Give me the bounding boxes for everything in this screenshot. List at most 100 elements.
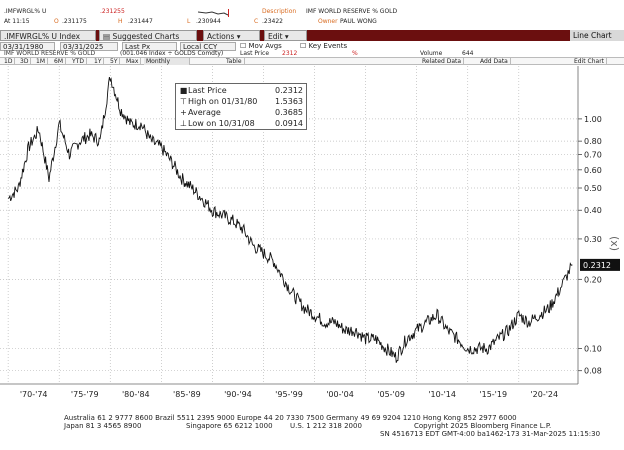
legend-label: Last Price (188, 86, 227, 95)
chart-icon: ▤ (103, 32, 111, 41)
last-price-value: 2312 (282, 50, 298, 57)
mov-avgs-label: Mov Avgs (248, 42, 282, 50)
y-tick-label: 0.10 (584, 344, 602, 353)
square-icon: ■ (179, 86, 188, 95)
legend-label: High on 01/31/80 (188, 97, 258, 106)
last-value-label: 0.2312 (583, 261, 611, 270)
header-time: At 11:15 (4, 18, 30, 25)
sparkline-icon (197, 8, 230, 18)
actions-label: Actions (207, 32, 235, 41)
legend-row-average: +Average 0.3685 (179, 107, 303, 118)
chevron-down-icon: ▾ (284, 32, 289, 41)
legend-label: Average (188, 108, 221, 117)
x-tick-label: '10-'14 (428, 390, 456, 399)
header-last-price: .231255 (100, 8, 125, 15)
y-tick-label: 0.30 (584, 235, 602, 244)
y-tick-label: 0.40 (584, 206, 602, 215)
chevron-down-icon: ▾ (236, 32, 241, 41)
description-value: IMF WORLD RESERVE % GOLD (306, 8, 398, 15)
footer-line-3: SN 4516713 EDT GMT-4:00 ba1462-173 31-Ma… (380, 430, 601, 438)
high-value: .231447 (128, 18, 153, 25)
price-chart[interactable]: 1.00 0.80 0.70 0.60 0.50 0.40 0.30 0.20 0.10 0.08… (0, 66, 624, 400)
owner-label: Owner (318, 18, 338, 25)
open-label: O (54, 18, 59, 25)
legend-row-low: ⊥Low on 10/31/08 0.0914 (179, 118, 303, 129)
x-tick-label: '95-'99 (275, 390, 303, 399)
frequency-select[interactable]: Monthly (144, 58, 190, 65)
footer-line-1: Australia 61 2 9777 8600 Brazil 5511 239… (64, 414, 517, 422)
legend-value: 1.5363 (275, 97, 303, 106)
index-selector[interactable]: .IMFWRGL% U Index (0, 30, 96, 41)
legend-value: 0.0914 (275, 119, 303, 128)
period-ytd[interactable]: YTD (70, 58, 87, 65)
x-tick-label: '75-'79 (71, 390, 99, 399)
checkbox-icon: ☐ (240, 42, 247, 50)
legend-value: 0.3685 (275, 108, 303, 117)
y-tick-label: 0.08 (584, 367, 602, 376)
chart-legend: ■Last Price 0.2312 ⊤High on 01/31/80 1.5… (175, 83, 307, 130)
x-tick-label: '85-'89 (173, 390, 201, 399)
low-marker-icon: ⊥ (180, 119, 187, 128)
period-5y[interactable]: 5Y (108, 58, 121, 65)
period-row: 1D 3D 1M 6M YTD 1Y 5Y Max Monthly Table … (0, 57, 624, 65)
legend-row-high: ⊤High on 01/31/80 1.5363 (179, 96, 303, 107)
footer-japan: Japan 81 3 4565 8900 (64, 422, 142, 430)
table-button[interactable]: Table (224, 58, 245, 65)
add-data-button[interactable]: Add Data (478, 58, 511, 65)
y-axis-unit: (x) (608, 236, 621, 251)
x-tick-label: '70-'74 (20, 390, 48, 399)
x-tick-label: '00-'04 (326, 390, 354, 399)
main-toolbar: .IMFWRGL% U Index ▤ Suggested Charts Act… (0, 30, 624, 41)
series-formula: (001.046 Index ÷ GOLDS Comdty) (120, 50, 224, 57)
period-max[interactable]: Max (124, 58, 142, 65)
line-chart-label: Line Chart (570, 30, 624, 41)
suggested-charts-button[interactable]: ▤ Suggested Charts (99, 30, 197, 41)
suggested-charts-label: Suggested Charts (112, 32, 180, 41)
x-tick-label: '80-'84 (122, 390, 150, 399)
key-events-label: Key Events (308, 42, 348, 50)
key-events-checkbox[interactable]: ☐ Key Events (300, 42, 347, 51)
x-tick-label: '05-'09 (377, 390, 405, 399)
legend-value: 0.2312 (275, 86, 303, 95)
y-tick-label: 0.50 (584, 184, 602, 193)
series-title: IMF WORLD RESERVE % GOLD (4, 50, 96, 57)
average-marker-icon: + (180, 108, 187, 117)
description-label: Description (262, 8, 297, 15)
related-data-button[interactable]: Related Data (420, 58, 465, 65)
close-label: C (254, 18, 259, 25)
x-tick-label: '15-'19 (479, 390, 507, 399)
y-tick-label: 1.00 (584, 115, 602, 124)
low-label: L (187, 18, 191, 25)
period-1d[interactable]: 1D (2, 58, 16, 65)
actions-menu[interactable]: Actions ▾ (203, 30, 260, 41)
volume-label: Volume (420, 50, 443, 57)
low-value: .230944 (196, 18, 221, 25)
y-tick-label: 0.20 (584, 275, 602, 284)
x-tick-label: '90-'94 (224, 390, 252, 399)
period-1y[interactable]: 1Y (92, 58, 105, 65)
period-3d[interactable]: 3D (18, 58, 32, 65)
owner-value: PAUL WONG (340, 18, 377, 25)
header-ticker: .IMFWRGL% U (4, 8, 47, 15)
close-value: .23422 (262, 18, 283, 25)
y-tick-label: 0.70 (584, 150, 602, 159)
y-tick-label: 0.80 (584, 137, 602, 146)
edit-menu[interactable]: Edit ▾ (264, 30, 307, 41)
last-price-label: Last Price (240, 50, 270, 57)
footer-us: U.S. 1 212 318 2000 (290, 422, 362, 430)
footer-copyright: Copyright 2025 Bloomberg Finance L.P. (414, 422, 552, 430)
y-tick-label: 0.60 (584, 166, 602, 175)
footer-singapore: Singapore 65 6212 1000 (186, 422, 273, 430)
period-6m[interactable]: 6M (52, 58, 66, 65)
edit-chart-button[interactable]: Edit Chart (572, 58, 608, 65)
legend-row-last: ■Last Price 0.2312 (179, 85, 303, 96)
legend-label: Low on 10/31/08 (188, 119, 255, 128)
high-label: H (118, 18, 123, 25)
volume-value: 644 (462, 50, 474, 57)
open-value: .231175 (62, 18, 87, 25)
checkbox-icon: ☐ (300, 42, 307, 50)
edit-label: Edit (268, 32, 283, 41)
x-tick-label: '20-'24 (530, 390, 558, 399)
period-1m[interactable]: 1M (34, 58, 48, 65)
pct-symbol: % (352, 50, 358, 57)
